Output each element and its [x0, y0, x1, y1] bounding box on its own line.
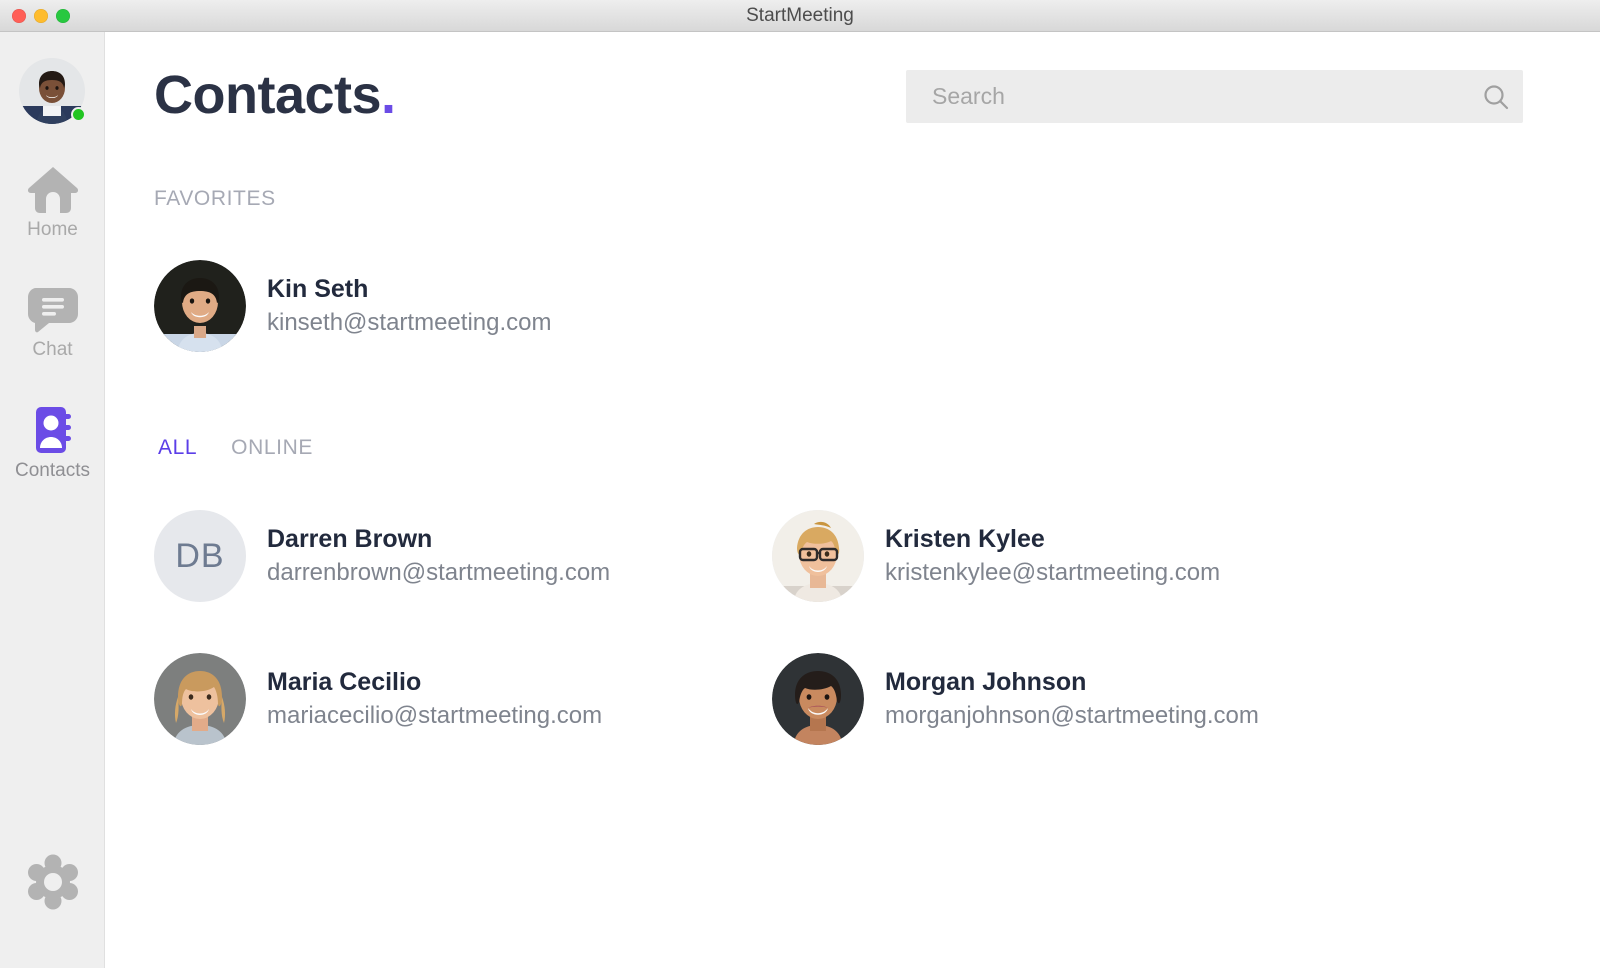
avatar-initials: DB [154, 510, 246, 602]
contact-info: Kristen Kylee kristenkylee@startmeeting.… [885, 523, 1220, 590]
list-item[interactable]: DB Darren Brown darrenbrown@startmeeting… [154, 510, 610, 602]
contact-photo [154, 653, 246, 745]
contact-name: Darren Brown [267, 524, 433, 553]
contact-email: darrenbrown@startmeeting.com [267, 559, 611, 587]
app-window: StartMeeting Home Chat Contacts Contacts… [0, 0, 1600, 968]
tab-all[interactable]: ALL [154, 430, 201, 466]
search-bar[interactable] [906, 70, 1523, 123]
sidebar-item-home[interactable]: Home [0, 164, 105, 241]
window-title: StartMeeting [746, 5, 854, 26]
main-content: Contacts. FAVORITES [106, 32, 1600, 968]
page-title-accent: . [381, 65, 396, 125]
title-bar: StartMeeting [0, 0, 1600, 32]
contact-name: Morgan Johnson [885, 667, 1087, 696]
contacts-filter-tabs: ALL ONLINE [154, 430, 317, 466]
contact-name: Kristen Kylee [885, 524, 1045, 553]
list-item[interactable]: Morgan Johnson morganjohnson@startmeetin… [772, 653, 1259, 745]
sidebar-item-chat[interactable]: Chat [0, 284, 105, 361]
contact-info: Kin Seth kinseth@startmeeting.com [267, 273, 551, 340]
avatar-initials-text: DB [175, 536, 225, 575]
sidebar-item-label: Home [27, 219, 78, 240]
page-title-text: Contacts [154, 65, 382, 125]
sidebar-item-label: Contacts [15, 460, 90, 481]
favorites-section-label: FAVORITES [154, 187, 276, 210]
contact-info: Maria Cecilio mariacecilio@startmeeting.… [267, 666, 602, 733]
contacts-icon [0, 405, 105, 455]
sidebar: Home Chat Contacts [0, 32, 105, 968]
search-icon[interactable] [1469, 83, 1523, 111]
gear-icon [0, 854, 105, 910]
chat-icon [0, 284, 105, 334]
list-item[interactable]: Maria Cecilio mariacecilio@startmeeting.… [154, 653, 602, 745]
contact-name: Kin Seth [267, 274, 369, 303]
contact-info: Darren Brown darrenbrown@startmeeting.co… [267, 523, 610, 590]
home-icon [0, 164, 105, 214]
contact-email: kristenkylee@startmeeting.com [885, 559, 1221, 587]
list-item[interactable]: Kristen Kylee kristenkylee@startmeeting.… [772, 510, 1220, 602]
contact-photo [772, 510, 864, 602]
page-title: Contacts. [154, 64, 396, 126]
tab-online[interactable]: ONLINE [227, 430, 317, 466]
sidebar-item-contacts[interactable]: Contacts [0, 405, 105, 482]
list-item[interactable]: Kin Seth kinseth@startmeeting.com [154, 260, 551, 352]
contact-info: Morgan Johnson morganjohnson@startmeetin… [885, 666, 1259, 733]
sidebar-item-label: Chat [32, 339, 73, 360]
search-input[interactable] [906, 83, 1469, 110]
avatar [772, 653, 864, 745]
contact-photo [772, 653, 864, 745]
avatar [154, 260, 246, 352]
contact-photo [154, 260, 246, 352]
online-status-indicator [71, 107, 86, 122]
contact-email: mariacecilio@startmeeting.com [267, 702, 603, 730]
avatar [154, 653, 246, 745]
user-avatar[interactable] [19, 58, 86, 124]
contact-name: Maria Cecilio [267, 667, 422, 696]
settings-button[interactable] [0, 854, 105, 910]
contact-email: kinseth@startmeeting.com [267, 309, 552, 337]
avatar [772, 510, 864, 602]
contact-email: morganjohnson@startmeeting.com [885, 702, 1259, 730]
